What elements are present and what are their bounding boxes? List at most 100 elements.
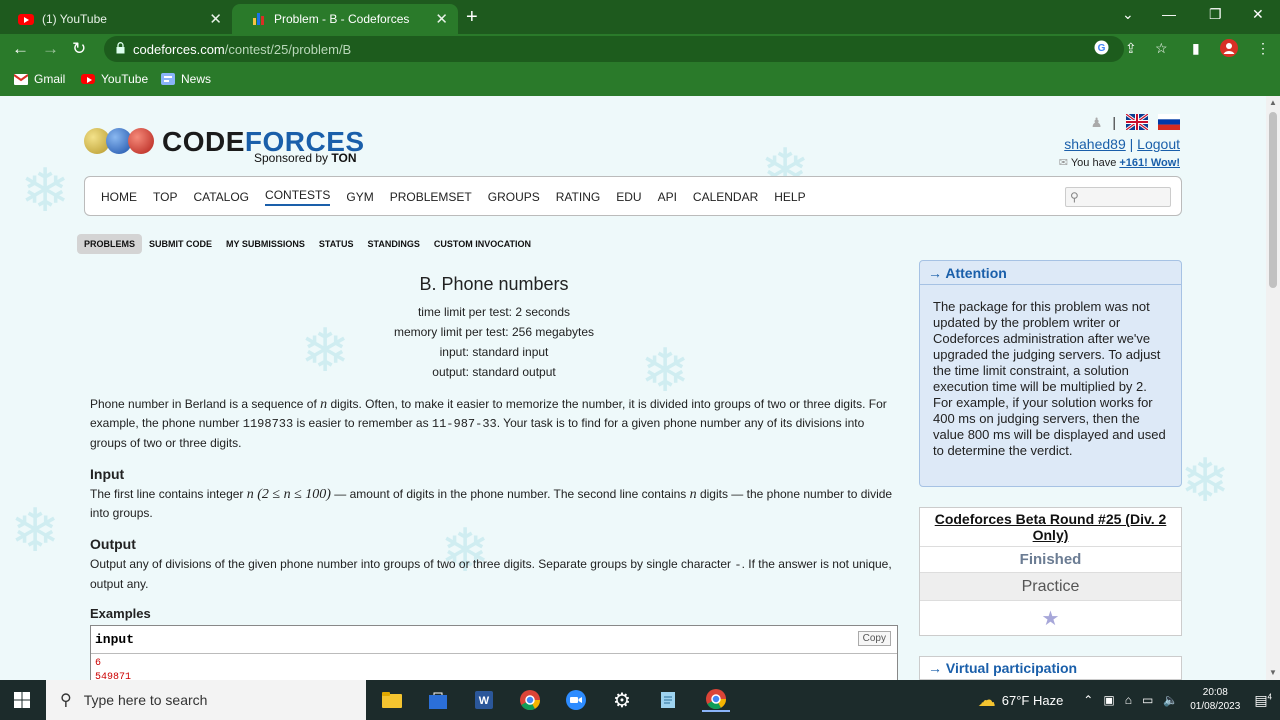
second-menu-custom-invocation[interactable]: CUSTOM INVOCATION [427, 234, 538, 254]
windows-start-icon[interactable] [10, 688, 34, 712]
output-file: output: standard output [432, 365, 556, 379]
menu-item-catalog[interactable]: CATALOG [193, 190, 249, 204]
attention-title: → Attention [920, 261, 1181, 285]
copy-button[interactable]: Copy [857, 631, 891, 646]
sponsor-text: Sponsored by TON [254, 151, 357, 165]
menu-icon[interactable]: ⋮ [1256, 40, 1270, 57]
bell-icon[interactable]: ♟ [1088, 115, 1103, 130]
snowflake-icon: ❄ [10, 497, 61, 564]
sidebar: → Attention The package for this problem… [919, 260, 1182, 680]
bookmark-gmail[interactable]: Gmail [14, 72, 65, 86]
input-section-title: Input [90, 466, 125, 482]
lock-icon [116, 42, 125, 54]
side-panel-icon[interactable]: ▮ [1192, 40, 1200, 57]
maximize-button[interactable]: ❐ [1209, 6, 1222, 23]
youtube-icon [81, 74, 95, 84]
uk-flag-icon[interactable] [1126, 114, 1148, 130]
second-level-menu: PROBLEMS SUBMIT CODE MY SUBMISSIONS STATUS S… [77, 234, 538, 254]
bookmark-youtube[interactable]: YouTube [81, 72, 148, 86]
word-icon[interactable]: W [472, 688, 496, 712]
second-menu-submit-code[interactable]: SUBMIT CODE [142, 234, 219, 254]
second-menu-status[interactable]: STATUS [312, 234, 361, 254]
input-spec: The first line contains integer n (2 ≤ n… [90, 487, 893, 520]
url-text: codeforces.com/contest/25/problem/B [133, 42, 352, 57]
settings-icon[interactable]: ⚙ [610, 688, 634, 712]
back-icon[interactable]: ← [12, 39, 29, 59]
menu-item-rating[interactable]: RATING [556, 190, 600, 204]
notice-text: ✉ You have +161! Wow! [1058, 157, 1180, 169]
address-bar: ← → ↻ codeforces.com/contest/25/problem/… [0, 34, 1280, 64]
svg-text:G: G [1098, 43, 1106, 54]
network-icon[interactable]: ⌂ [1125, 693, 1132, 707]
menu-item-edu[interactable]: EDU [616, 190, 641, 204]
notice-link[interactable]: +161! Wow! [1119, 157, 1180, 169]
close-icon[interactable]: ✕ [435, 10, 448, 28]
search-icon: ⚲ [1070, 190, 1079, 204]
clock[interactable]: 20:08 01/08/2023 [1190, 686, 1240, 714]
sample-input-content[interactable]: 6 549871 [91, 654, 897, 680]
star-icon[interactable]: ☆ [1155, 40, 1168, 57]
url-field[interactable]: codeforces.com/contest/25/problem/B [104, 36, 1124, 62]
menu-item-calendar[interactable]: CALENDAR [693, 190, 758, 204]
tray-icon[interactable]: ▣ [1103, 693, 1114, 707]
weather-text[interactable]: 67°F Haze [1002, 693, 1064, 708]
menu-item-groups[interactable]: GROUPS [488, 190, 540, 204]
close-window-button[interactable]: ✕ [1252, 6, 1264, 23]
main-menu: HOME TOP CATALOG CONTESTS GYM PROBLEMSET GROUP… [84, 176, 1182, 216]
second-menu-my-submissions[interactable]: MY SUBMISSIONS [219, 234, 312, 254]
menu-item-top[interactable]: TOP [153, 190, 177, 204]
menu-item-problemset[interactable]: PROBLEMSET [390, 190, 472, 204]
menu-item-gym[interactable]: GYM [346, 190, 373, 204]
scroll-down-icon[interactable]: ▼ [1269, 668, 1277, 677]
site-search-input[interactable]: ⚲ [1065, 187, 1171, 207]
scrollbar-thumb[interactable] [1269, 112, 1277, 288]
share-icon[interactable]: ⇪ [1125, 40, 1137, 57]
notepad-icon[interactable] [656, 688, 680, 712]
chevron-up-icon[interactable]: ⌃ [1083, 693, 1093, 707]
ornament-balls-icon [84, 128, 154, 154]
memory-limit: memory limit per test: 256 megabytes [393, 325, 595, 339]
volume-icon[interactable]: 🔈 [1163, 693, 1178, 707]
problem-title: B. Phone numbers [419, 274, 569, 294]
zoom-icon[interactable] [564, 688, 588, 712]
menu-item-home[interactable]: HOME [101, 190, 137, 204]
reload-icon[interactable]: ↻ [72, 39, 86, 59]
close-icon[interactable]: ✕ [209, 10, 222, 28]
menu-item-api[interactable]: API [658, 190, 677, 204]
tab-title: (1) YouTube [42, 12, 107, 26]
profile-avatar[interactable] [1220, 39, 1238, 60]
menu-item-contests[interactable]: CONTESTS [265, 188, 331, 206]
chrome-active-icon[interactable] [702, 688, 730, 712]
page-scrollbar[interactable]: ▲ ▼ [1266, 96, 1280, 680]
contest-name-link[interactable]: Codeforces Beta Round #25 (Div. 2 Only) [920, 508, 1181, 547]
new-tab-button[interactable]: + [466, 6, 478, 29]
chrome-icon[interactable] [518, 688, 542, 712]
bookmark-news[interactable]: News [161, 72, 211, 86]
user-panel: ♟ | shahed89 | Logout ✉ You have +161! W… [1058, 114, 1180, 169]
tab-codeforces[interactable]: Problem - B - Codeforces ✕ [232, 4, 458, 34]
file-explorer-icon[interactable] [380, 688, 404, 712]
second-menu-standings[interactable]: STANDINGS [361, 234, 427, 254]
battery-icon[interactable]: ▭ [1142, 693, 1153, 707]
scroll-up-icon[interactable]: ▲ [1269, 98, 1277, 107]
contest-status: Finished [920, 547, 1181, 573]
time-limit: time limit per test: 2 seconds [417, 305, 571, 319]
russia-flag-icon[interactable] [1158, 114, 1180, 130]
codeforces-icon [250, 11, 266, 27]
second-menu-problems[interactable]: PROBLEMS [77, 234, 143, 254]
tab-search-icon[interactable]: ⌄ [1122, 6, 1134, 23]
menu-item-help[interactable]: HELP [774, 190, 805, 204]
windows-taskbar: ⚲ Type here to search W ⚙ ☁ 67°F Haze ⌃ … [0, 680, 1280, 720]
contest-box: Codeforces Beta Round #25 (Div. 2 Only) … [919, 507, 1182, 636]
bookmarks-bar: Gmail YouTube News [0, 64, 1280, 96]
minimize-button[interactable]: — [1162, 6, 1176, 22]
logout-link[interactable]: Logout [1137, 136, 1180, 152]
tab-youtube[interactable]: (1) YouTube ✕ [0, 4, 232, 34]
notification-icon[interactable]: ▤4 [1254, 692, 1272, 709]
google-icon[interactable]: G [1094, 40, 1109, 58]
star-icon[interactable]: ★ [920, 601, 1181, 635]
taskbar-search-input[interactable]: ⚲ Type here to search [46, 680, 366, 720]
forward-icon[interactable]: → [42, 39, 59, 59]
store-icon[interactable] [426, 688, 450, 712]
username-link[interactable]: shahed89 [1064, 136, 1126, 152]
